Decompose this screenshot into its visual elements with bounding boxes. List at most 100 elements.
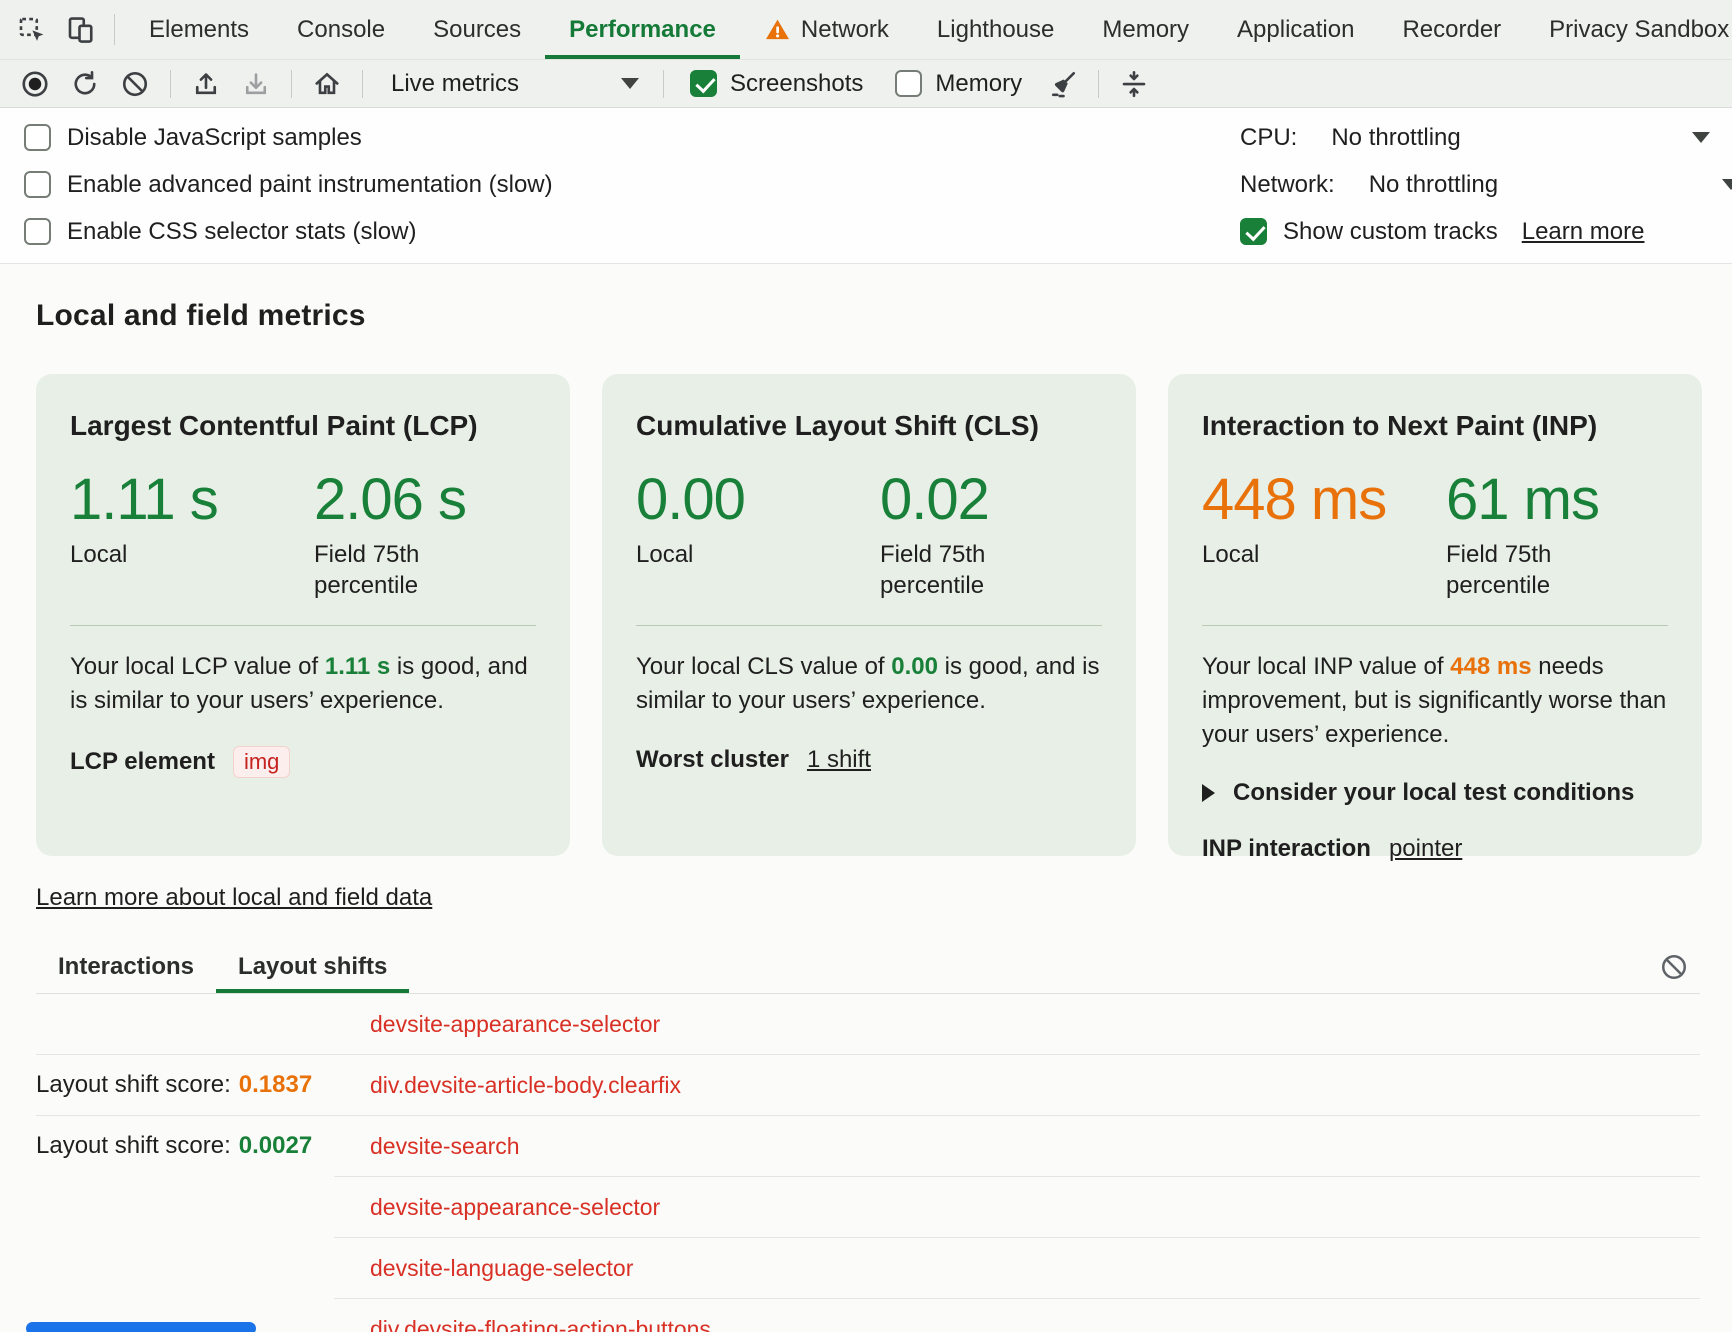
reload-and-record-button[interactable] — [60, 60, 110, 108]
expander-label: Consider your local test conditions — [1233, 779, 1634, 807]
card-title: Interaction to Next Paint (INP) — [1202, 410, 1668, 442]
card-description: Your local LCP value of 1.11 s is good, … — [70, 650, 536, 718]
collapse-tracks-button[interactable] — [1109, 60, 1159, 108]
shift-element-link[interactable]: div.devsite-article-body.clearfix — [370, 1072, 681, 1099]
lcp-element-link[interactable]: img — [233, 746, 290, 778]
network-label: Network: — [1240, 171, 1335, 199]
chevron-down-icon — [621, 78, 639, 89]
cpu-throttling-value: No throttling — [1331, 124, 1460, 152]
checkbox-label: Show custom tracks — [1283, 218, 1498, 246]
learn-more-field-data-link[interactable]: Learn more about local and field data — [36, 884, 432, 912]
value-label: Local — [1202, 539, 1362, 570]
screenshots-checkbox[interactable]: Screenshots — [690, 70, 863, 98]
tab-elements[interactable]: Elements — [125, 0, 273, 59]
show-custom-tracks-checkbox[interactable] — [1240, 218, 1267, 245]
shift-element-link[interactable]: div.devsite-floating-action-buttons — [370, 1316, 711, 1332]
tab-lighthouse[interactable]: Lighthouse — [913, 0, 1078, 59]
layout-shift-log: devsite-appearance-selector Layout shift… — [36, 994, 1700, 1332]
inp-interaction-label: INP interaction — [1202, 835, 1371, 863]
inp-local-value: 448 ms — [1202, 470, 1446, 531]
save-profile-button[interactable] — [231, 60, 281, 108]
show-custom-tracks-group: Show custom tracks Learn more — [1205, 208, 1732, 255]
shift-element-link[interactable]: devsite-search — [370, 1133, 520, 1160]
value-label: Field 75th percentile — [880, 539, 1040, 601]
tab-privacy-sandbox[interactable]: Privacy Sandbox — [1525, 0, 1732, 59]
tab-memory[interactable]: Memory — [1078, 0, 1213, 59]
checkbox-label: Screenshots — [730, 70, 863, 98]
page-title: Local and field metrics — [36, 298, 1700, 334]
record-button[interactable] — [10, 60, 60, 108]
layout-shift-row: Layout shift score:0.0027 devsite-search — [36, 1116, 1700, 1176]
inp-interaction-link[interactable]: pointer — [1389, 835, 1462, 863]
cpu-throttling-select[interactable]: CPU: No throttling — [1205, 114, 1732, 161]
expand-triangle-icon — [1202, 784, 1215, 802]
devtools-tabbar: Elements Console Sources Performance Net… — [0, 0, 1732, 60]
tab-network[interactable]: Network — [740, 0, 913, 59]
tab-performance[interactable]: Performance — [545, 0, 740, 59]
worst-cluster-link[interactable]: 1 shift — [807, 746, 871, 774]
layout-shift-row: devsite-appearance-selector — [36, 1177, 1700, 1237]
score-value: 0.1837 — [239, 1071, 312, 1098]
tab-sources[interactable]: Sources — [409, 0, 545, 59]
advanced-paint-checkbox[interactable]: Enable advanced paint instrumentation (s… — [0, 171, 1205, 199]
warning-icon — [764, 16, 791, 43]
inspect-element-button[interactable] — [8, 0, 56, 59]
tab-label: Privacy Sandbox — [1549, 16, 1729, 44]
local-test-conditions-expander[interactable]: Consider your local test conditions — [1202, 779, 1668, 807]
lcp-local-value: 1.11 s — [70, 470, 314, 531]
divider — [170, 70, 171, 98]
score-label: Layout shift score: — [36, 1071, 231, 1098]
css-selector-stats-checkbox[interactable]: Enable CSS selector stats (slow) — [0, 218, 1205, 246]
clear-button[interactable] — [110, 60, 160, 108]
shift-element-link[interactable]: devsite-language-selector — [370, 1255, 633, 1282]
tab-layout-shifts[interactable]: Layout shifts — [216, 940, 409, 993]
card-title: Cumulative Layout Shift (CLS) — [636, 410, 1102, 442]
tab-application[interactable]: Application — [1213, 0, 1378, 59]
tab-label: Performance — [569, 16, 716, 44]
tab-label: Memory — [1102, 16, 1189, 44]
tab-label: Lighthouse — [937, 16, 1054, 44]
tab-label: Sources — [433, 16, 521, 44]
home-button[interactable] — [302, 60, 352, 108]
tab-label: Console — [297, 16, 385, 44]
card-description: Your local CLS value of 0.00 is good, an… — [636, 650, 1102, 718]
value-label: Local — [636, 539, 796, 570]
divider — [1098, 70, 1099, 98]
load-profile-button[interactable] — [181, 60, 231, 108]
panel-mode-value: Live metrics — [391, 70, 519, 98]
cpu-label: CPU: — [1240, 124, 1297, 152]
learn-more-link[interactable]: Learn more — [1522, 218, 1645, 246]
live-metrics-view: Local and field metrics Largest Contentf… — [0, 264, 1732, 1332]
chevron-down-icon — [1692, 132, 1710, 143]
tab-interactions[interactable]: Interactions — [36, 940, 216, 993]
lcp-field-value: 2.06 s — [314, 470, 558, 531]
checkbox-label: Memory — [935, 70, 1022, 98]
tab-label: Elements — [149, 16, 249, 44]
device-toolbar-button[interactable] — [56, 0, 104, 59]
value-label: Field 75th percentile — [314, 539, 474, 601]
shift-element-link[interactable]: devsite-appearance-selector — [370, 1194, 660, 1221]
layout-shift-row: Layout shift score: 0.1837 div.devsite-ar… — [36, 1055, 1700, 1115]
clear-log-button[interactable] — [1650, 952, 1698, 982]
worst-cluster-label: Worst cluster — [636, 746, 789, 774]
layout-shift-row: div.devsite-floating-action-buttons — [36, 1299, 1700, 1332]
checkbox-unchecked-icon — [24, 124, 51, 151]
memory-checkbox[interactable]: Memory — [895, 70, 1022, 98]
network-throttling-select[interactable]: Network: No throttling — [1205, 161, 1732, 208]
settings-row: Enable advanced paint instrumentation (s… — [0, 161, 1732, 208]
panel-mode-select[interactable]: Live metrics — [373, 70, 653, 98]
horizontal-scrollbar-thumb[interactable] — [26, 1322, 256, 1332]
checkbox-unchecked-icon — [24, 218, 51, 245]
gc-broom-button[interactable] — [1038, 60, 1088, 108]
divider — [663, 70, 664, 98]
disable-js-samples-checkbox[interactable]: Disable JavaScript samples — [0, 124, 1205, 152]
score-value: 0.0027 — [239, 1132, 312, 1159]
tab-label: Network — [801, 16, 889, 44]
value-label: Field 75th percentile — [1446, 539, 1606, 601]
shift-element-link[interactable]: devsite-appearance-selector — [370, 1011, 660, 1038]
tab-console[interactable]: Console — [273, 0, 409, 59]
divider — [362, 70, 363, 98]
checkbox-checked-icon — [690, 70, 717, 97]
network-throttling-value: No throttling — [1369, 171, 1498, 199]
tab-recorder[interactable]: Recorder — [1378, 0, 1525, 59]
